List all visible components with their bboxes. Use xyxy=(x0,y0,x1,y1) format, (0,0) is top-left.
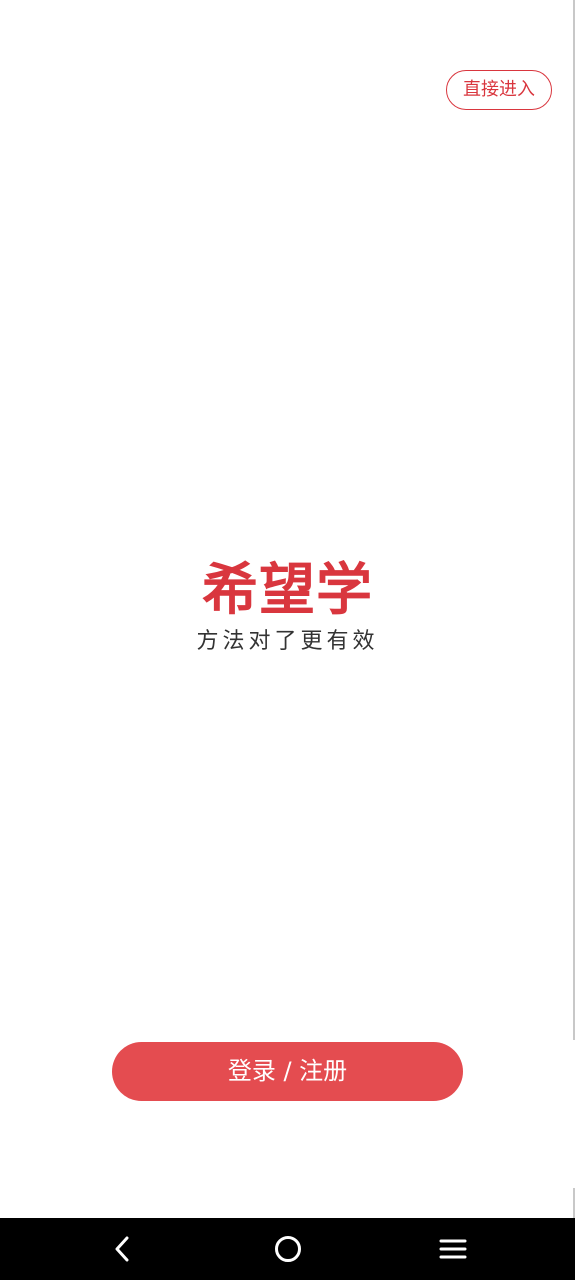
app-logo: 希望学 方法对了更有效 xyxy=(185,556,390,666)
system-navigation-bar xyxy=(0,1218,575,1280)
menu-icon xyxy=(438,1237,468,1261)
login-register-button[interactable]: 登录 / 注册 xyxy=(112,1042,463,1101)
logo-title: 希望学 xyxy=(202,558,373,623)
menu-button[interactable] xyxy=(423,1218,483,1280)
back-button[interactable] xyxy=(92,1218,152,1280)
home-button[interactable] xyxy=(258,1218,318,1280)
back-icon xyxy=(112,1235,132,1263)
home-icon xyxy=(273,1234,303,1264)
skip-button[interactable]: 直接进入 xyxy=(446,70,552,110)
logo-slogan: 方法对了更有效 xyxy=(196,629,379,654)
